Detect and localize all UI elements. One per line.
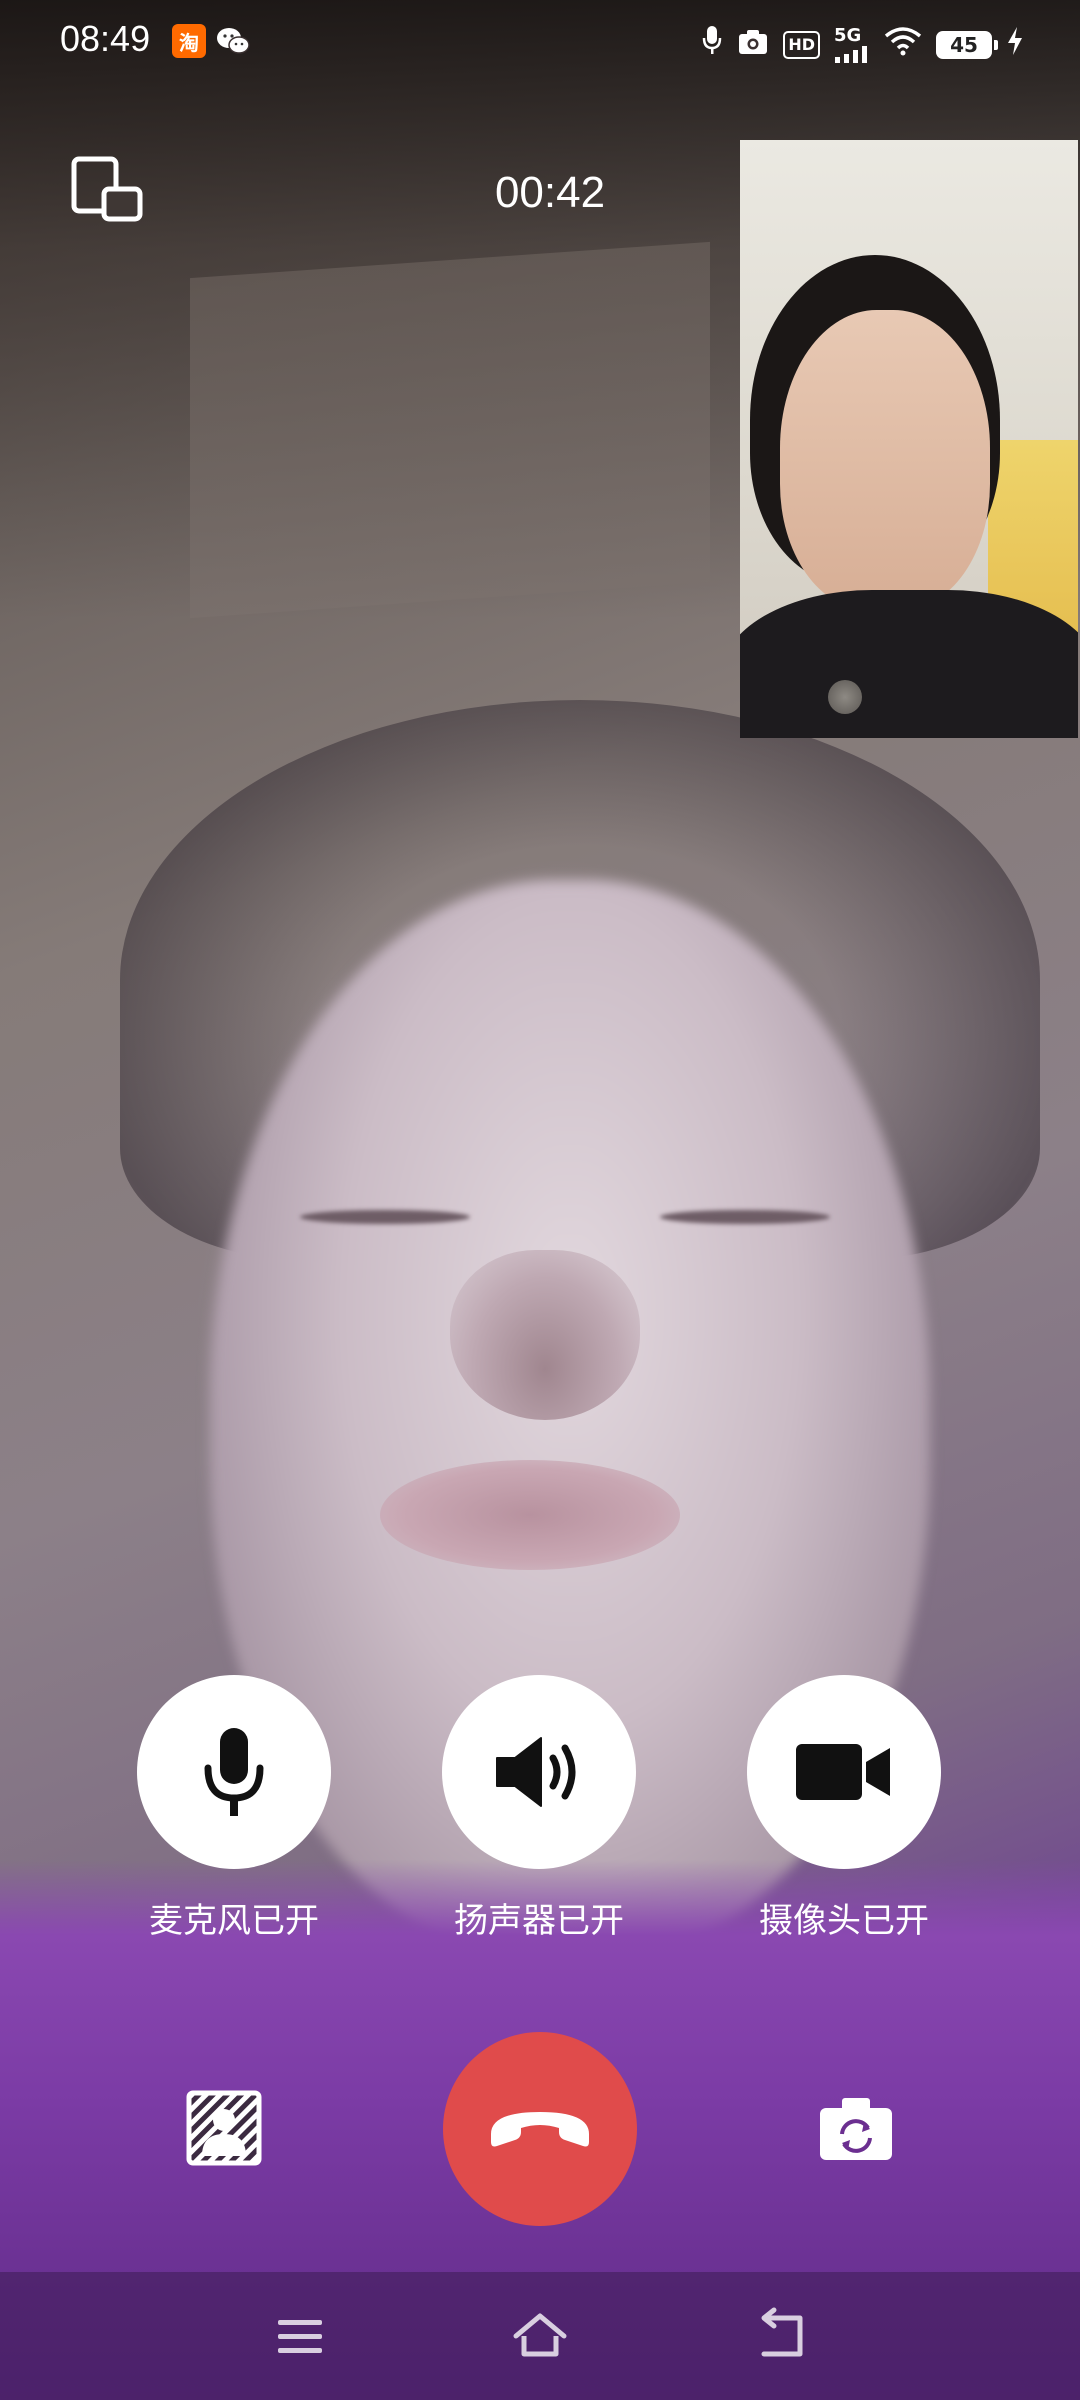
video-person-nose: [450, 1250, 640, 1420]
camera-toggle-button[interactable]: [747, 1675, 941, 1869]
speaker-label: 扬声器已开: [454, 1901, 624, 1941]
video-background-object: [190, 241, 710, 619]
status-bar: 08:49 淘 HD 5G 45: [0, 0, 1080, 80]
speaker-toggle-button[interactable]: [442, 1675, 636, 1869]
video-person-mouth: [380, 1460, 680, 1570]
home-icon: [513, 2313, 567, 2357]
camera-icon: [737, 25, 769, 65]
back-button[interactable]: [750, 2306, 810, 2366]
preview-person-face: [780, 310, 990, 610]
taobao-icon: 淘: [172, 24, 206, 58]
wifi-icon: [884, 25, 922, 65]
microphone-label: 麦克风已开: [149, 1901, 319, 1941]
microphone-icon: [204, 1728, 264, 1816]
flip-camera-button[interactable]: [816, 2094, 896, 2164]
camera-label: 摄像头已开: [759, 1901, 929, 1941]
menu-icon: [278, 2320, 322, 2353]
flip-camera-icon: [820, 2098, 892, 2160]
call-timer: 00:42: [494, 168, 606, 217]
video-camera-icon: [796, 1744, 890, 1800]
hang-up-button[interactable]: [443, 2032, 637, 2226]
recent-apps-button[interactable]: [270, 2306, 330, 2366]
microphone-toggle[interactable]: 麦克风已开: [134, 1675, 334, 1942]
video-person-eye: [660, 1210, 830, 1224]
switch-window-button[interactable]: [70, 155, 150, 235]
preview-person-body: [740, 590, 1078, 738]
background-blur-button[interactable]: [186, 2090, 262, 2166]
status-time: 08:49: [60, 18, 151, 59]
charging-icon: [1006, 25, 1024, 65]
speaker-icon: [496, 1737, 576, 1807]
video-person-eye: [300, 1210, 470, 1224]
switch-window-icon: [71, 156, 143, 222]
back-icon: [761, 2307, 803, 2357]
preview-person-button: [828, 680, 862, 714]
microphone-icon: [701, 24, 723, 65]
5g-signal-icon: 5G: [834, 26, 870, 63]
microphone-toggle-button[interactable]: [137, 1675, 331, 1869]
hd-icon: HD: [783, 30, 820, 59]
status-icons: HD 5G 45: [701, 24, 1024, 65]
navigation-bar: [0, 2272, 1080, 2400]
hang-up-icon: [491, 2112, 589, 2147]
local-video-preview[interactable]: [740, 140, 1078, 738]
home-button[interactable]: [510, 2306, 570, 2366]
background-blur-icon: [186, 2090, 262, 2166]
battery-icon: 45: [936, 30, 998, 59]
wechat-icon: [216, 24, 250, 58]
camera-toggle[interactable]: 摄像头已开: [744, 1675, 944, 1942]
speaker-toggle[interactable]: 扬声器已开: [439, 1675, 639, 1942]
